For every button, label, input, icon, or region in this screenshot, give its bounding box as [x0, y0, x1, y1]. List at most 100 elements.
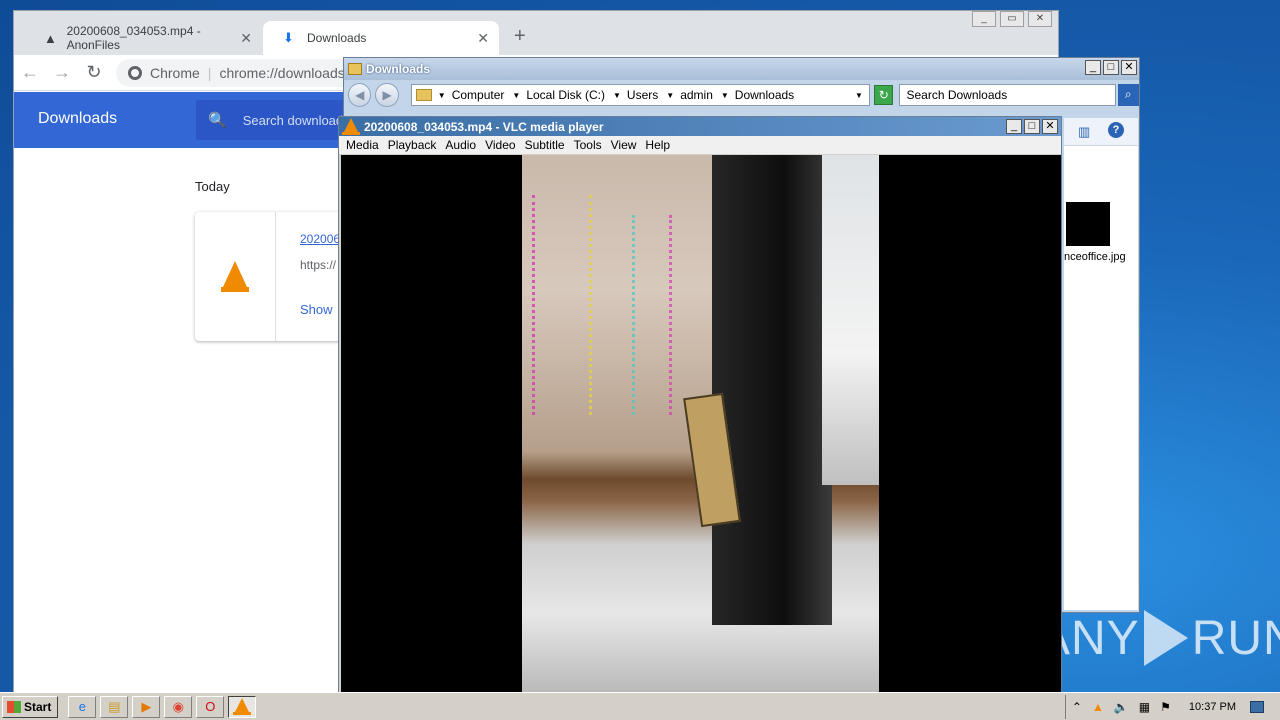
video-detail: [712, 155, 832, 625]
tab-label: Downloads: [307, 31, 367, 45]
chevron-down-icon[interactable]: ▼: [438, 91, 446, 100]
explorer-icon[interactable]: ▤: [100, 695, 129, 718]
chrome-icon: [128, 65, 142, 80]
download-url[interactable]: https://: [300, 258, 336, 272]
new-tab-button[interactable]: +: [514, 25, 526, 48]
close-tab-icon[interactable]: ✕: [477, 30, 489, 47]
tab-strip: ▲ 20200608_034053.mp4 - AnonFiles ✕ ⬇ Do…: [14, 11, 1058, 55]
taskbar: Start e ▤ ▶ ◉ O ⌃ ▲ 🔈 ▦ ⚑ 10:37 PM: [0, 692, 1280, 720]
chrome-icon[interactable]: ◉: [164, 695, 193, 718]
menu-playback[interactable]: Playback: [388, 138, 437, 152]
search-placeholder: Search downloads: [242, 112, 350, 128]
chevron-down-icon[interactable]: ▼: [721, 91, 729, 100]
explorer-titlebar[interactable]: Downloads _ □ ✕: [344, 58, 1139, 80]
play-icon: [1143, 610, 1188, 666]
opera-icon[interactable]: O: [196, 695, 225, 718]
window-controls: _ □ ✕: [1004, 119, 1058, 134]
search-icon[interactable]: ⌕: [1117, 84, 1139, 106]
vlc-taskbar-icon[interactable]: [228, 695, 257, 718]
folder-icon: [348, 63, 362, 75]
minimize-button[interactable]: _: [1085, 60, 1101, 75]
start-button[interactable]: Start: [2, 695, 59, 718]
vlc-tray-icon[interactable]: ▲: [1092, 700, 1104, 714]
breadcrumb[interactable]: ▼ Computer ▼ Local Disk (C:) ▼ Users ▼ a…: [410, 84, 870, 106]
reload-icon[interactable]: ↻: [78, 62, 110, 83]
file-label[interactable]: nceoffice.jpg: [1064, 251, 1138, 264]
vlc-cone-icon: [233, 698, 252, 715]
refresh-icon[interactable]: ↻: [873, 85, 894, 105]
action-center-flag-icon[interactable]: ⚑: [1160, 700, 1171, 714]
show-in-folder-link[interactable]: Show: [300, 302, 333, 317]
video-detail: [822, 155, 879, 485]
window-controls: _ ▭ ✕: [972, 11, 1052, 27]
watermark-right: RUN: [1191, 611, 1280, 665]
forward-icon[interactable]: ▶: [375, 83, 399, 107]
explorer-title: Downloads: [366, 62, 431, 76]
explorer-content: ▥ ? nceoffice.jpg: [1064, 118, 1138, 610]
back-icon[interactable]: ◀: [348, 83, 372, 107]
minimize-button[interactable]: _: [1006, 119, 1022, 134]
video-area[interactable]: [341, 155, 1061, 695]
maximize-button[interactable]: □: [1103, 60, 1119, 75]
close-button[interactable]: ✕: [1028, 11, 1052, 27]
search-input[interactable]: Search Downloads: [899, 84, 1116, 106]
close-tab-icon[interactable]: ✕: [240, 30, 252, 47]
tab-anonfiles[interactable]: ▲ 20200608_034053.mp4 - AnonFiles ✕: [24, 21, 262, 55]
preview-pane-icon[interactable]: ▥: [1078, 124, 1090, 140]
forward-icon[interactable]: →: [46, 62, 78, 83]
breadcrumb-item[interactable]: Local Disk (C:): [526, 88, 605, 102]
maximize-button[interactable]: ▭: [1000, 11, 1024, 27]
tab-downloads[interactable]: ⬇ Downloads ✕: [263, 21, 499, 55]
breadcrumb-item[interactable]: Downloads: [735, 88, 794, 102]
menu-view[interactable]: View: [611, 138, 637, 152]
system-tray: ⌃ ▲ 🔈 ▦ ⚑ 10:37 PM: [1064, 695, 1280, 719]
window-controls: _ □ ✕: [1083, 60, 1137, 75]
vlc-titlebar[interactable]: 20200608_034053.mp4 - VLC media player _…: [339, 117, 1061, 136]
volume-icon[interactable]: 🔈: [1114, 700, 1129, 714]
back-icon[interactable]: ←: [14, 62, 46, 83]
chevron-down-icon[interactable]: ▼: [855, 91, 863, 100]
chevron-down-icon[interactable]: ▼: [666, 91, 674, 100]
menu-audio[interactable]: Audio: [445, 138, 476, 152]
download-icon: ⬇: [283, 30, 294, 45]
menu-video[interactable]: Video: [485, 138, 515, 152]
media-player-icon[interactable]: ▶: [132, 695, 161, 718]
omnibox-chip: Chrome: [150, 64, 200, 81]
folder-icon: [415, 89, 432, 101]
menu-subtitle[interactable]: Subtitle: [525, 138, 565, 152]
close-button[interactable]: ✕: [1121, 60, 1137, 75]
breadcrumb-item[interactable]: Computer: [452, 88, 505, 102]
omnibox-separator: |: [207, 64, 212, 81]
page-title: Downloads: [38, 110, 118, 127]
maximize-button[interactable]: □: [1024, 119, 1040, 134]
minimize-button[interactable]: _: [972, 11, 996, 27]
breadcrumb-item[interactable]: admin: [680, 88, 713, 102]
tab-label: 20200608_034053.mp4 - AnonFiles: [66, 24, 201, 52]
network-icon[interactable]: ▦: [1139, 700, 1150, 714]
video-frame: [522, 155, 879, 695]
chevron-down-icon[interactable]: ▼: [613, 91, 621, 100]
menu-media[interactable]: Media: [346, 138, 379, 152]
vlc-window: 20200608_034053.mp4 - VLC media player _…: [338, 116, 1062, 695]
close-button[interactable]: ✕: [1042, 119, 1058, 134]
anyrun-watermark: ANY RUN: [1038, 610, 1280, 666]
chevron-down-icon[interactable]: ▼: [512, 91, 520, 100]
clock[interactable]: 10:37 PM: [1189, 701, 1236, 713]
breadcrumb-item[interactable]: Users: [627, 88, 658, 102]
section-heading: Today: [195, 179, 230, 194]
file-icon-column: [195, 212, 276, 341]
help-icon[interactable]: ?: [1108, 122, 1124, 138]
show-desktop-button[interactable]: [1250, 701, 1264, 713]
anonfiles-icon: ▲: [44, 30, 57, 46]
ie-icon[interactable]: e: [68, 695, 97, 718]
file-thumbnail[interactable]: [1066, 202, 1110, 246]
menu-tools[interactable]: Tools: [574, 138, 602, 152]
address-bar-row: ◀ ▶ ▼ Computer ▼ Local Disk (C:) ▼ Users…: [344, 80, 1139, 110]
omnibox-url: chrome://downloads: [219, 64, 345, 81]
start-label: Start: [24, 699, 52, 714]
vlc-cone-icon: [221, 261, 249, 292]
chevron-up-icon[interactable]: ⌃: [1072, 700, 1082, 714]
search-icon: 🔍: [208, 112, 227, 129]
menu-help[interactable]: Help: [645, 138, 670, 152]
vlc-cone-icon: [342, 118, 360, 135]
